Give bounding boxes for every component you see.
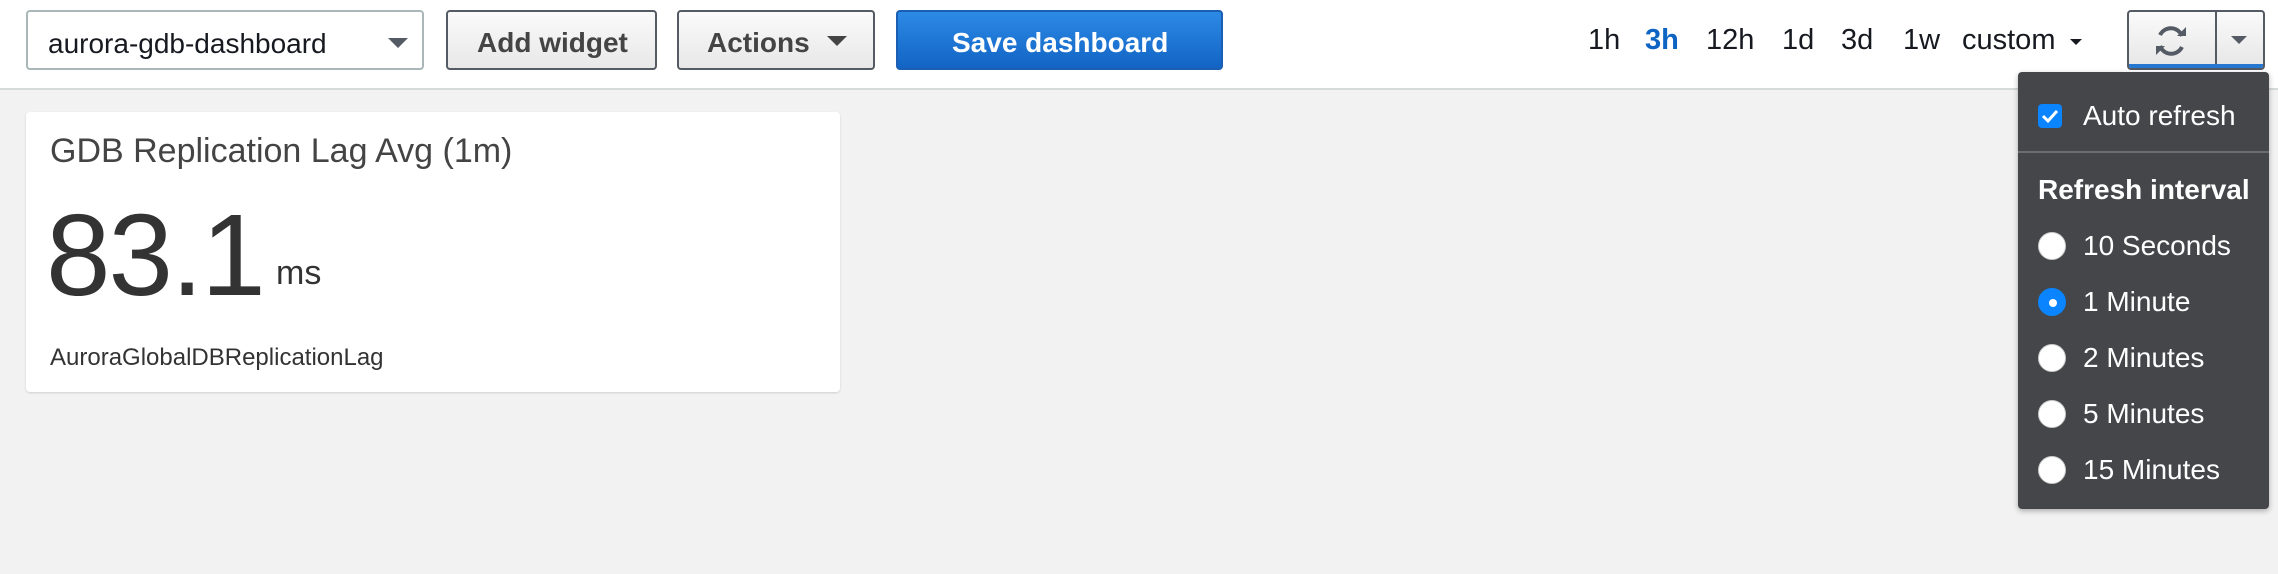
save-dashboard-button[interactable]: Save dashboard	[896, 10, 1223, 70]
refresh-interval-header: Refresh interval	[2038, 174, 2250, 205]
range-3d[interactable]: 3d	[1841, 24, 1873, 57]
dashboard-select-value: aurora-gdb-dashboard	[48, 28, 327, 59]
refresh-divider	[2215, 12, 2217, 68]
widget-title: GDB Replication Lag Avg (1m)	[50, 132, 513, 170]
range-custom[interactable]: custom	[1962, 24, 2082, 57]
widget-unit: ms	[276, 254, 322, 292]
range-1h[interactable]: 1h	[1588, 24, 1620, 57]
refresh-interval-menu: Auto refresh Refresh interval 10 Seconds…	[2018, 72, 2269, 509]
range-custom-label: custom	[1962, 24, 2056, 56]
range-1w[interactable]: 1w	[1903, 24, 1940, 57]
menu-divider	[2018, 151, 2269, 153]
chevron-down-icon	[827, 36, 847, 46]
radio-10-seconds[interactable]	[2038, 232, 2066, 260]
option-5-minutes[interactable]: 5 Minutes	[2083, 398, 2204, 430]
radio-2-minutes[interactable]	[2038, 344, 2066, 372]
auto-refresh-label[interactable]: Auto refresh	[2083, 100, 2236, 132]
option-10-seconds[interactable]: 10 Seconds	[2083, 230, 2231, 262]
dashboard-select[interactable]: aurora-gdb-dashboard	[26, 10, 424, 70]
refresh-active-indicator	[2129, 64, 2263, 68]
widget-value: 83.1	[46, 190, 266, 320]
auto-refresh-checkbox[interactable]	[2038, 104, 2062, 128]
option-1-minute[interactable]: 1 Minute	[2083, 286, 2190, 318]
actions-label: Actions	[707, 27, 810, 58]
radio-1-minute[interactable]	[2038, 288, 2066, 316]
chevron-down-icon	[388, 38, 408, 48]
range-1d[interactable]: 1d	[1782, 24, 1814, 57]
add-widget-label: Add widget	[477, 27, 628, 58]
radio-5-minutes[interactable]	[2038, 400, 2066, 428]
refresh-icon[interactable]	[2151, 23, 2191, 59]
option-15-minutes[interactable]: 15 Minutes	[2083, 454, 2220, 486]
save-dashboard-label: Save dashboard	[952, 27, 1169, 58]
actions-button[interactable]: Actions	[677, 10, 875, 70]
refresh-button-group	[2127, 10, 2265, 70]
chevron-down-icon	[2069, 39, 2082, 45]
radio-15-minutes[interactable]	[2038, 456, 2066, 484]
range-12h[interactable]: 12h	[1706, 24, 1754, 57]
metric-widget[interactable]: GDB Replication Lag Avg (1m) 83.1 ms Aur…	[26, 112, 840, 392]
option-2-minutes[interactable]: 2 Minutes	[2083, 342, 2204, 374]
dashboard-toolbar: aurora-gdb-dashboard Add widget Actions …	[0, 0, 2278, 90]
range-3h[interactable]: 3h	[1645, 24, 1679, 57]
chevron-down-icon[interactable]	[2231, 36, 2247, 44]
add-widget-button[interactable]: Add widget	[446, 10, 657, 70]
widget-metric-name: AuroraGlobalDBReplicationLag	[50, 344, 384, 371]
checkmark-icon	[2041, 109, 2059, 124]
